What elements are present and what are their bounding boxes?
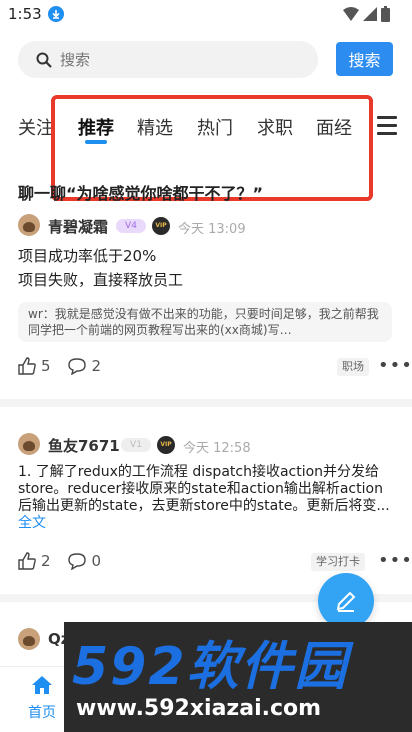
post-time: 今天 12:58 [183,441,251,456]
author-name[interactable]: 鱼友7671 [48,435,120,456]
level-badge: V1 [121,438,151,452]
like-count: 2 [41,552,51,570]
divider [0,399,412,407]
search-bar[interactable] [18,41,318,78]
watermark-logo-text: 592软件园 [72,637,349,697]
avatar[interactable] [18,214,40,236]
topic-tag[interactable]: 职场 [337,358,369,376]
post-time: 今天 13:09 [178,222,246,237]
more-options-icon[interactable]: ••• [378,550,412,571]
post-body-text: 1. 了解了redux的工作流程 dispatch接收action并分发给sto… [18,464,390,514]
topic-tag[interactable]: 学习打卡 [311,553,365,571]
comment-icon[interactable] [67,552,87,570]
search-input[interactable] [60,49,300,71]
post-body[interactable]: 1. 了解了redux的工作流程 dispatch接收action并分发给sto… [18,464,394,532]
post-actions: 5 2 [18,357,117,375]
compose-button[interactable] [318,573,374,629]
watermark-url: www.592xiazai.com [76,696,322,721]
level-badge: V4 [116,219,146,233]
more-options-icon[interactable]: ••• [378,355,412,376]
like-icon[interactable] [18,552,36,570]
like-count: 5 [41,357,51,375]
search-icon [36,52,52,68]
nav-home[interactable]: 首页 [22,675,62,722]
wifi-icon [343,7,359,21]
status-bar: 1:53 [0,0,412,28]
edit-icon [336,591,356,612]
avatar[interactable] [18,433,40,455]
vip-badge: VIP [157,436,175,454]
comment-count: 0 [91,552,102,570]
signal-icon [363,7,377,21]
watermark: 592软件园 www.592xiazai.com [64,622,412,732]
like-icon[interactable] [18,357,36,375]
battery-icon [381,6,390,22]
status-time: 1:53 [8,5,42,23]
comment-count: 2 [91,357,102,375]
post-actions: 2 0 [18,552,117,570]
post-text-line-1: 项目成功率低于20% [18,247,157,265]
comment-icon[interactable] [67,357,87,375]
status-icons [343,6,390,22]
download-icon [48,6,64,22]
author-name[interactable]: 青碧凝霜 [48,216,108,237]
post-text-line-2: 项目失败，直接释放员工 [18,271,184,289]
read-full-link[interactable]: 全文 [18,515,46,531]
menu-icon[interactable] [377,116,397,140]
home-icon [32,676,52,694]
tab-follow[interactable]: 关注 [18,114,54,140]
post-title[interactable]: 聊一聊“为啥感觉你啥都干不了？” [18,180,263,204]
avatar[interactable] [18,628,40,650]
search-button[interactable]: 搜索 [336,42,393,76]
hot-comment[interactable]: wr：我就是感觉没有做不出来的功能，只要时间足够，我之前帮我同学把一个前端的网页… [18,302,392,342]
nav-home-label: 首页 [28,705,56,721]
vip-badge: VIP [152,217,170,235]
